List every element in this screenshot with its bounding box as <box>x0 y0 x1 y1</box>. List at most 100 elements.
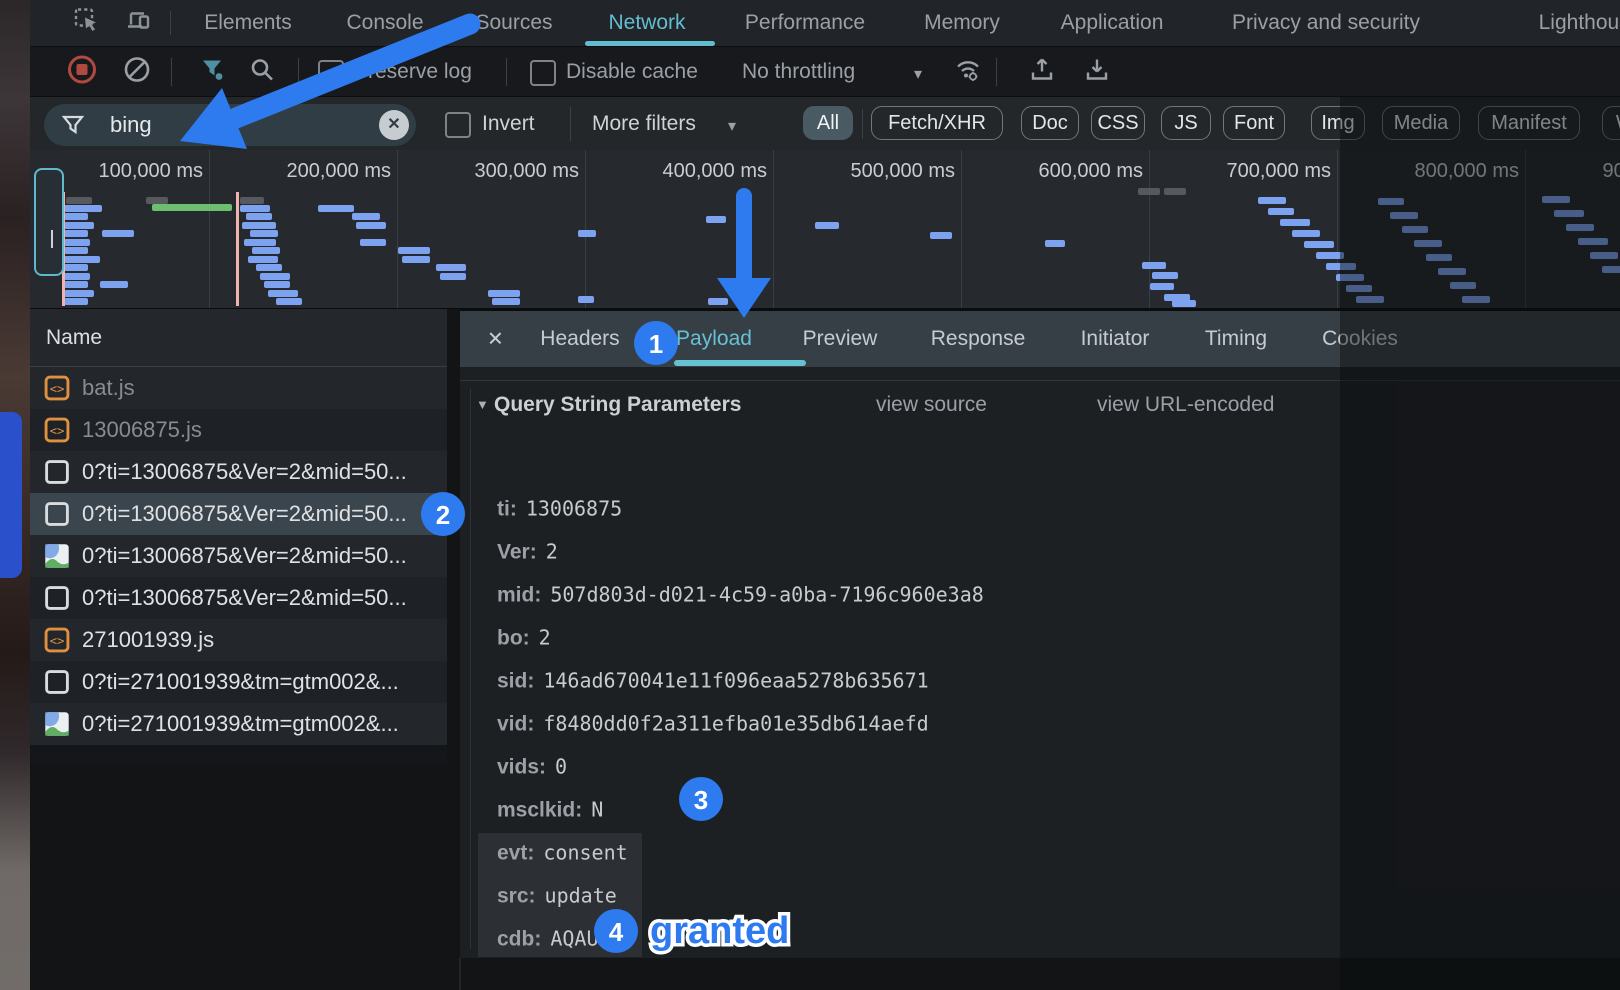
tab-elements[interactable]: Elements <box>204 11 292 35</box>
waterfall-bar <box>66 197 92 204</box>
tab-privacy-and-security[interactable]: Privacy and security <box>1232 11 1420 35</box>
preserve-log-label: Preserve log <box>354 60 472 84</box>
js-file-icon: <> <box>44 627 70 653</box>
waterfall-bar <box>260 273 290 280</box>
clear-network-log-icon[interactable] <box>123 56 151 89</box>
import-har-icon[interactable] <box>1028 56 1056 89</box>
request-row[interactable]: 0?ti=13006875&Ver=2&mid=50... <box>30 451 447 493</box>
detail-tab-cookies[interactable]: Cookies <box>1322 327 1398 351</box>
waterfall-bar <box>264 281 290 288</box>
timeline-gridline <box>209 150 210 308</box>
chip-all[interactable]: All <box>803 106 853 140</box>
tab-network[interactable]: Network <box>608 11 685 35</box>
waterfall-bar <box>440 273 466 280</box>
search-icon[interactable] <box>249 57 275 88</box>
detail-tab-timing[interactable]: Timing <box>1205 327 1267 351</box>
tab-console[interactable]: Console <box>346 11 423 35</box>
devtools-window: Elements Console Sources Network Performance… <box>0 0 1620 990</box>
clear-filter-icon[interactable]: ✕ <box>379 110 409 140</box>
chevron-down-icon: ▾ <box>728 116 736 136</box>
request-list-empty-area <box>30 763 447 958</box>
chip-font[interactable]: Font <box>1223 106 1285 140</box>
preserve-log-checkbox[interactable] <box>318 60 344 86</box>
request-row[interactable]: <>bat.js <box>30 367 447 409</box>
triangle-expanded-icon[interactable]: ▼ <box>476 397 489 412</box>
disable-cache-checkbox[interactable] <box>530 60 556 86</box>
load-event-marker <box>236 192 239 306</box>
tab-performance[interactable]: Performance <box>745 11 865 35</box>
waterfall-bar <box>256 264 282 271</box>
waterfall-bar <box>352 213 380 220</box>
waterfall-bar <box>402 256 430 263</box>
chip-css[interactable]: CSS <box>1091 106 1145 140</box>
chevron-down-icon[interactable]: ▾ <box>914 64 922 84</box>
request-name: 13006875.js <box>82 417 202 443</box>
chip-ws[interactable]: WS <box>1602 106 1620 140</box>
more-filters-button[interactable]: More filters <box>592 112 696 136</box>
request-row[interactable]: <>13006875.js <box>30 409 447 451</box>
chip-js[interactable]: JS <box>1161 106 1211 140</box>
waterfall-bar <box>64 213 88 220</box>
chip-manifest[interactable]: Manifest <box>1478 106 1580 140</box>
view-source-link[interactable]: view source <box>876 393 987 417</box>
query-param-row: sid:146ad670041e11f096eaa5278b635671 <box>497 669 929 694</box>
request-row[interactable]: 0?ti=271001939&tm=gtm002&... <box>30 703 447 745</box>
network-filter-bar: bing ✕ Invert More filters ▾ AllFetch/XH… <box>30 97 1620 151</box>
timeline-gridline <box>397 150 398 308</box>
param-value: 0 <box>555 755 567 779</box>
network-conditions-icon[interactable] <box>953 55 983 90</box>
waterfall-bar <box>240 197 264 204</box>
timeline-tick-label: 500,000 ms <box>850 160 955 183</box>
divider <box>171 58 172 86</box>
waterfall-bar <box>1346 285 1372 292</box>
panel-splitter[interactable] <box>447 309 460 958</box>
waterfall-bar <box>1426 254 1452 261</box>
network-overview-timeline[interactable]: 100,000 ms200,000 ms300,000 ms400,000 ms… <box>30 150 1620 310</box>
overview-drag-handle[interactable] <box>34 168 64 276</box>
device-toolbar-icon[interactable] <box>124 7 152 40</box>
close-icon[interactable]: ✕ <box>487 327 504 352</box>
throttling-select[interactable]: No throttling <box>742 60 855 84</box>
chip-img[interactable]: Img <box>1311 106 1365 140</box>
detail-tab-initiator[interactable]: Initiator <box>1081 327 1150 351</box>
waterfall-bar <box>250 230 278 237</box>
tab-sources[interactable]: Sources <box>475 11 552 35</box>
chip-doc[interactable]: Doc <box>1021 106 1079 140</box>
detail-tab-headers[interactable]: Headers <box>540 327 619 351</box>
detail-tab-response[interactable]: Response <box>931 327 1026 351</box>
waterfall-bar <box>64 239 90 246</box>
detail-tab-bar: ✕ Headers Payload Preview Response Initiator… <box>460 311 1620 367</box>
waterfall-bar <box>64 298 88 305</box>
request-row[interactable]: 0?ti=271001939&tm=gtm002&... <box>30 661 447 703</box>
name-column-header[interactable]: Name <box>30 309 447 367</box>
chip-fetch-xhr[interactable]: Fetch/XHR <box>871 106 1003 140</box>
request-row[interactable]: 0?ti=13006875&Ver=2&mid=50... <box>30 535 447 577</box>
request-row[interactable]: 0?ti=13006875&Ver=2&mid=50... <box>30 493 447 535</box>
timeline-tick-label: 200,000 ms <box>286 160 391 183</box>
invert-checkbox[interactable] <box>445 112 471 138</box>
request-row[interactable]: <>271001939.js <box>30 619 447 661</box>
param-value: consent <box>543 841 627 865</box>
query-string-section-header[interactable]: ▼ Query String Parameters view source vi… <box>460 393 1620 421</box>
detail-tab-preview[interactable]: Preview <box>803 327 878 351</box>
query-param-row: vids:0 <box>497 755 567 780</box>
waterfall-bar <box>252 247 280 254</box>
tab-application[interactable]: Application <box>1061 11 1164 35</box>
tab-memory[interactable]: Memory <box>924 11 1000 35</box>
view-url-encoded-link[interactable]: view URL-encoded <box>1097 393 1274 417</box>
tab-lighthouse[interactable]: Lighthouse <box>1539 11 1620 35</box>
img-file-icon <box>44 711 70 737</box>
waterfall-bar <box>244 239 276 246</box>
export-har-icon[interactable] <box>1083 56 1111 89</box>
detail-tab-payload[interactable]: Payload <box>676 327 752 351</box>
doc-file-icon <box>44 669 70 695</box>
filter-icon[interactable] <box>200 57 226 88</box>
waterfall-bar <box>1268 208 1294 215</box>
record-network-log-icon[interactable] <box>66 54 98 91</box>
inspect-element-icon[interactable] <box>73 7 101 40</box>
filter-input[interactable]: bing ✕ <box>44 104 416 146</box>
chip-media[interactable]: Media <box>1382 106 1460 140</box>
panel-splitter-line <box>459 958 461 990</box>
active-detail-tab-underline <box>674 360 806 366</box>
request-row[interactable]: 0?ti=13006875&Ver=2&mid=50... <box>30 577 447 619</box>
